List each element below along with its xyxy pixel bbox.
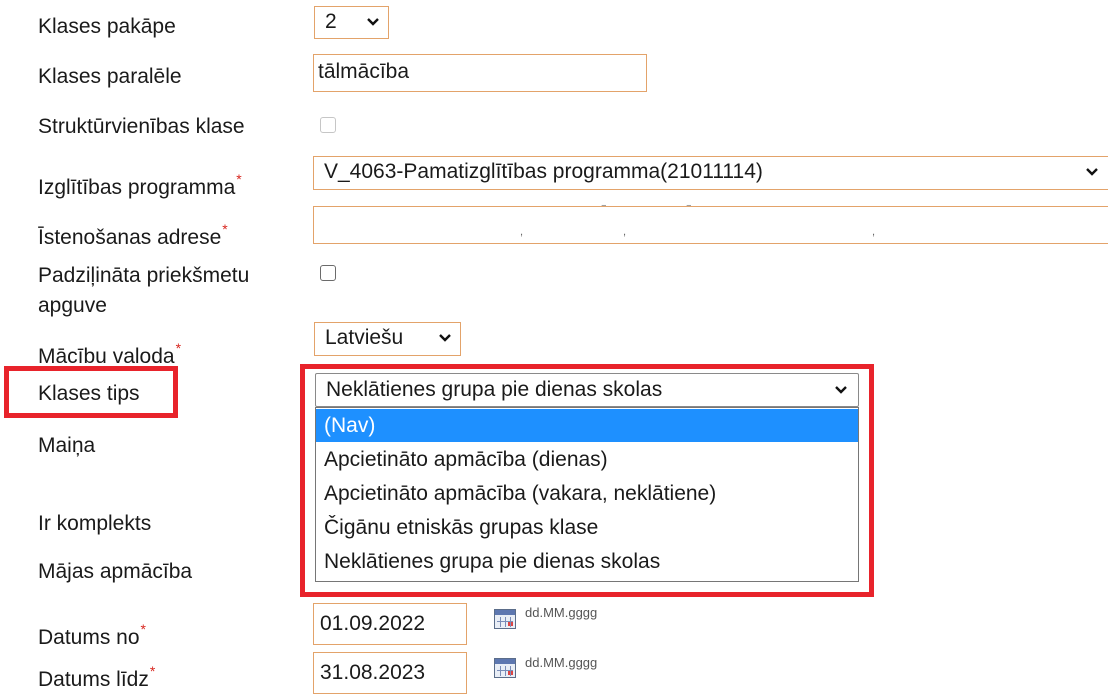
redacted-text-fragment: ,	[520, 226, 524, 238]
required-marker: *	[175, 340, 182, 356]
label-izglitibas-programma: Izglītības programma*	[38, 171, 242, 199]
chevron-down-icon	[438, 323, 452, 362]
option-nav[interactable]: (Nav)	[316, 409, 858, 442]
option-apcietinato-vakara[interactable]: Apcietināto apmācība (vakara, neklātiene…	[316, 477, 858, 510]
macibu-valoda-select[interactable]: Latviešu	[314, 322, 461, 356]
date-format-hint: dd.MM.gggg	[525, 655, 598, 670]
label-majas-apmaciba: Mājas apmācība	[38, 560, 193, 583]
chevron-down-icon	[366, 7, 380, 46]
chevron-down-icon	[1085, 157, 1099, 196]
option-ciganu-etniskas[interactable]: Čigānu etniskās grupas klase	[316, 511, 858, 544]
klases-pakape-select[interactable]: 2	[314, 6, 389, 39]
redacted-text-fragment: ,	[872, 226, 876, 238]
redacted-text-fragment: ‾	[687, 205, 691, 217]
datums-no-input[interactable]: 01.09.2022	[313, 603, 467, 645]
option-neklatienes-grupa[interactable]: Neklātienes grupa pie dienas skolas	[316, 545, 858, 578]
label-istenosanas-adrese: Īstenošanas adrese*	[38, 221, 228, 249]
required-marker: *	[222, 221, 228, 237]
macibu-valoda-value: Latviešu	[325, 326, 404, 349]
required-marker: *	[236, 171, 242, 187]
label-klases-paralele: Klases paralēle	[38, 65, 182, 88]
klases-tips-options-list: (Nav) Apcietināto apmācība (dienas) Apci…	[315, 407, 859, 582]
calendar-icon[interactable]	[494, 658, 516, 678]
required-marker: *	[140, 621, 146, 637]
klases-paralele-input[interactable]: tālmācība	[313, 54, 647, 92]
required-marker: *	[149, 663, 156, 679]
padzilinata-checkbox[interactable]	[320, 265, 336, 281]
label-datums-lidz: Datums līdz*	[38, 663, 156, 691]
date-format-hint: dd.MM.gggg	[525, 605, 598, 620]
label-strukturvienibas-klase: Struktūrvienības klase	[38, 115, 245, 138]
klases-pakape-value: 2	[325, 10, 337, 33]
label-padzilinata-1: Padziļināta priekšmetu	[38, 264, 250, 287]
label-maina: Maiņa	[38, 434, 96, 457]
redacted-text-fragment: ,	[623, 226, 627, 238]
label-ir-komplekts: Ir komplekts	[38, 512, 152, 535]
izglitibas-programma-value: V_4063-Pamatizglītības programma(2101111…	[324, 160, 763, 183]
redacted-text-fragment: ‾	[602, 205, 606, 217]
izglitibas-programma-select[interactable]: V_4063-Pamatizglītības programma(2101111…	[313, 156, 1108, 190]
klases-tips-select[interactable]: Neklātienes grupa pie dienas skolas	[315, 373, 859, 407]
highlight-klases-tips-label	[4, 366, 178, 418]
klases-tips-value: Neklātienes grupa pie dienas skolas	[326, 378, 663, 401]
istenosanas-adrese-input[interactable]: ‾ ‾ , , ,	[313, 206, 1108, 244]
strukturvienibas-checkbox[interactable]	[320, 117, 336, 133]
label-padzilinata-2: apguve	[38, 294, 107, 317]
label-klases-pakape: Klases pakāpe	[38, 15, 176, 38]
label-datums-no: Datums no*	[38, 621, 146, 649]
datums-lidz-input[interactable]: 31.08.2023	[313, 652, 467, 694]
option-apcietinato-dienas[interactable]: Apcietināto apmācība (dienas)	[316, 443, 858, 476]
calendar-icon[interactable]	[494, 609, 516, 629]
